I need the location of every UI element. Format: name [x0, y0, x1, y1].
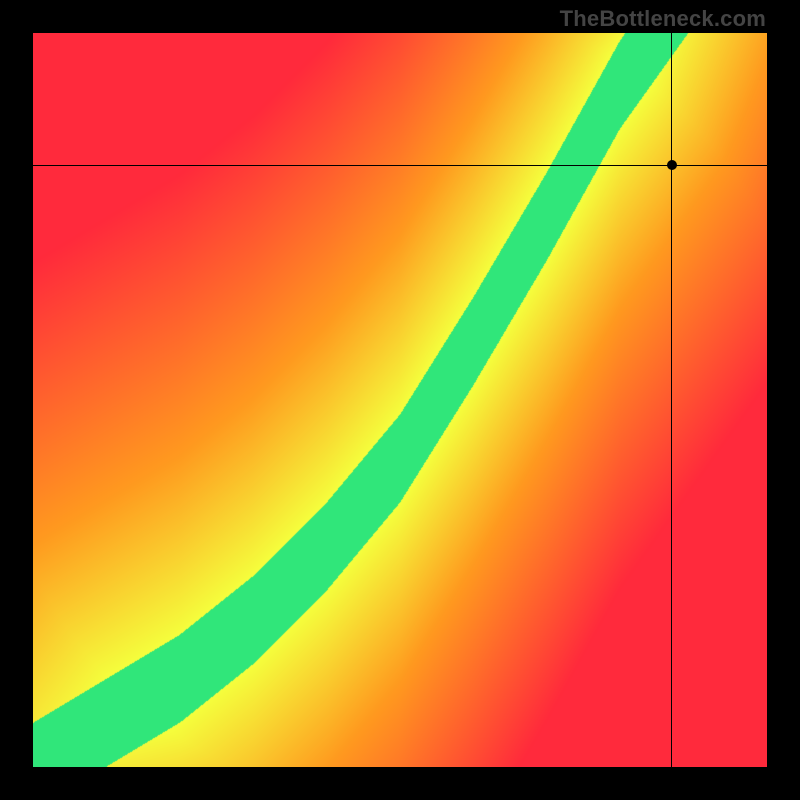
chart-frame: [33, 33, 767, 767]
marker-dot: [667, 160, 677, 170]
crosshair-horizontal: [33, 165, 767, 166]
heatmap-canvas: [33, 33, 767, 767]
watermark-text: TheBottleneck.com: [560, 6, 766, 32]
crosshair-vertical: [671, 33, 672, 767]
